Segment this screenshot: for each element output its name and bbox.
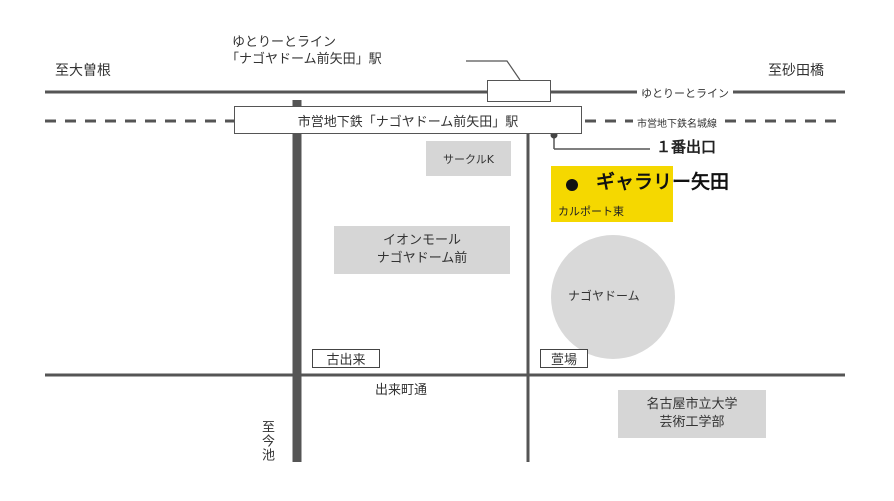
aeon-mall-landmark: イオンモール ナゴヤドーム前 xyxy=(334,226,510,274)
aeon-line1: イオンモール xyxy=(382,233,461,248)
direction-ozone: 至大曽根 xyxy=(55,63,111,79)
yutorie-leader-line xyxy=(466,60,521,81)
gallery-name: ギャラリー矢田 xyxy=(596,171,730,193)
univ-line2: 芸術工学部 xyxy=(659,415,725,430)
gallery-building: カルポート東 xyxy=(558,205,624,218)
gallery-dot-icon xyxy=(566,179,578,191)
furuideki-intersection: 古出来 xyxy=(312,349,380,368)
dekimachi-street-label: 出来町通 xyxy=(375,383,428,398)
exit-1-label: １番出口 xyxy=(656,138,717,156)
yutorie-line-label: ゆとりーとライン xyxy=(637,85,733,101)
aeon-line2: ナゴヤドーム前 xyxy=(376,251,468,266)
univ-line1: 名古屋市立大学 xyxy=(646,397,738,412)
nagoya-dome-label: ナゴヤドーム xyxy=(568,289,640,303)
yutorie-station-line-name: ゆとりーとライン xyxy=(232,35,337,50)
circle-k-landmark: サークルK xyxy=(426,141,511,176)
direction-imaike: 至今池 xyxy=(259,420,274,462)
university-landmark: 名古屋市立大学 芸術工学部 xyxy=(618,390,766,438)
yutorie-station-box xyxy=(487,80,551,102)
kayaba-intersection: 萱場 xyxy=(540,349,588,368)
yutorie-station-name: 「ナゴヤドーム前矢田」駅 xyxy=(226,52,382,67)
subway-line-label: 市営地下鉄名城線 xyxy=(633,115,721,130)
direction-sunadabashi: 至砂田橋 xyxy=(768,63,824,79)
subway-station-box: 市営地下鉄「ナゴヤドーム前矢田」駅 xyxy=(234,106,582,134)
